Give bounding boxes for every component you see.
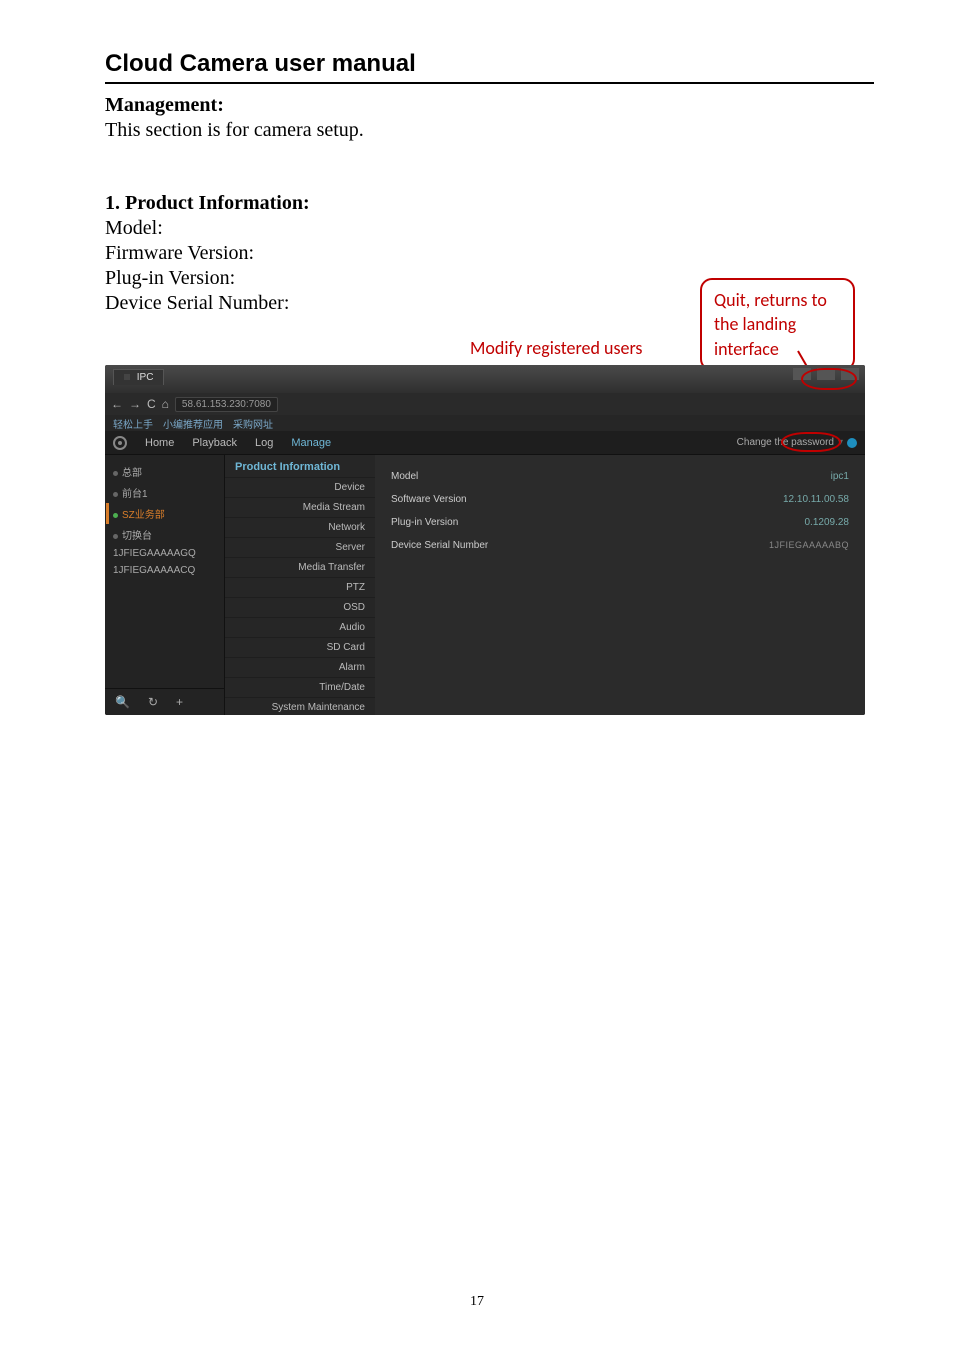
info-value: ipc1 — [831, 471, 849, 482]
menu-item-server[interactable]: Server — [225, 537, 375, 557]
tree-item[interactable]: 总部 — [113, 461, 216, 482]
menu-item-ptz[interactable]: PTZ — [225, 577, 375, 597]
menu-item-media-transfer[interactable]: Media Transfer — [225, 557, 375, 577]
tab-title: IPC — [137, 372, 154, 383]
annotation-ring-password — [781, 432, 841, 452]
management-text: This section is for camera setup. — [105, 119, 874, 142]
reload-icon[interactable]: C — [147, 397, 156, 411]
refresh-icon[interactable]: ↻ — [148, 695, 158, 709]
add-icon[interactable]: + — [176, 695, 183, 709]
info-label: Software Version — [391, 494, 467, 505]
menu-heading-product-info[interactable]: Product Information — [225, 455, 375, 477]
product-info-panel: Model ipc1 Software Version 12.10.11.00.… — [375, 455, 865, 715]
nav-home[interactable]: Home — [145, 437, 174, 449]
bookmark-item[interactable]: 轻松上手 — [113, 416, 153, 431]
bookmarks-bar: 轻松上手 小编推荐应用 采购网址 — [105, 415, 865, 431]
device-tree: 总部 前台1 SZ业务部 切换台 1JFIEGAAAAAGQ 1JFIEGAAA… — [105, 455, 224, 585]
annotation-ring-quit — [801, 368, 857, 390]
top-nav: Home Playback Log Manage Change the pass… — [105, 431, 865, 455]
menu-item-network[interactable]: Network — [225, 517, 375, 537]
menu-item-system-maintenance[interactable]: System Maintenance — [225, 697, 375, 715]
app-screenshot: IPC ← → C ⌂ 58.61.153.230:7080 轻松上手 小编推荐… — [105, 365, 865, 715]
info-label: Device Serial Number — [391, 540, 488, 551]
bookmark-item[interactable]: 采购网址 — [233, 416, 273, 431]
nav-manage[interactable]: Manage — [291, 437, 331, 449]
forward-icon[interactable]: → — [129, 397, 141, 411]
document-title: Cloud Camera user manual — [105, 50, 874, 84]
search-icon[interactable]: 🔍 — [115, 695, 130, 709]
management-heading: Management: — [105, 94, 874, 117]
device-tree-panel: 总部 前台1 SZ业务部 切换台 1JFIEGAAAAAGQ 1JFIEGAAA… — [105, 455, 225, 715]
tree-item[interactable]: 1JFIEGAAAAAGQ — [113, 545, 216, 562]
field-model: Model: — [105, 217, 874, 240]
section-1-heading: 1. Product Information: — [105, 192, 874, 215]
settings-menu: Product Information Device Media Stream … — [225, 455, 375, 715]
field-firmware-version: Firmware Version: — [105, 242, 874, 265]
menu-item-media-stream[interactable]: Media Stream — [225, 497, 375, 517]
bookmark-item[interactable]: 小编推荐应用 — [163, 416, 223, 431]
url-field[interactable]: 58.61.153.230:7080 — [175, 397, 278, 412]
tab-favicon — [124, 374, 130, 380]
info-label: Plug-in Version — [391, 517, 458, 528]
browser-titlebar: IPC — [105, 365, 865, 393]
tree-item[interactable]: 1JFIEGAAAAACQ — [113, 562, 216, 579]
nav-log[interactable]: Log — [255, 437, 273, 449]
info-row-plugin-version: Plug-in Version 0.1209.28 — [389, 511, 851, 534]
nav-playback[interactable]: Playback — [192, 437, 237, 449]
info-row-model: Model ipc1 — [389, 465, 851, 488]
info-label: Model — [391, 471, 418, 482]
info-row-software-version: Software Version 12.10.11.00.58 — [389, 488, 851, 511]
browser-address-bar: ← → C ⌂ 58.61.153.230:7080 — [105, 393, 865, 415]
tree-item[interactable]: 切换台 — [113, 524, 216, 545]
info-value: 12.10.11.00.58 — [783, 494, 849, 505]
app-logo-icon — [113, 436, 127, 450]
browser-tab[interactable]: IPC — [113, 369, 164, 385]
menu-item-osd[interactable]: OSD — [225, 597, 375, 617]
menu-item-time-date[interactable]: Time/Date — [225, 677, 375, 697]
back-icon[interactable]: ← — [111, 397, 123, 411]
info-value: 0.1209.28 — [805, 517, 850, 528]
menu-item-audio[interactable]: Audio — [225, 617, 375, 637]
exit-icon[interactable] — [847, 438, 857, 448]
tree-footer: 🔍 ↻ + — [105, 688, 224, 715]
tree-item[interactable]: 前台1 — [113, 482, 216, 503]
menu-item-sd-card[interactable]: SD Card — [225, 637, 375, 657]
info-row-serial-number: Device Serial Number 1JFIEGAAAAABQ — [389, 534, 851, 557]
home-icon[interactable]: ⌂ — [162, 397, 169, 411]
menu-item-device[interactable]: Device — [225, 477, 375, 497]
tree-item-selected[interactable]: SZ业务部 — [106, 503, 216, 524]
menu-item-alarm[interactable]: Alarm — [225, 657, 375, 677]
callout-quit: Quit, returns to the landing interface — [700, 278, 855, 371]
info-value: 1JFIEGAAAAABQ — [769, 540, 849, 551]
page-number: 17 — [0, 1294, 954, 1310]
